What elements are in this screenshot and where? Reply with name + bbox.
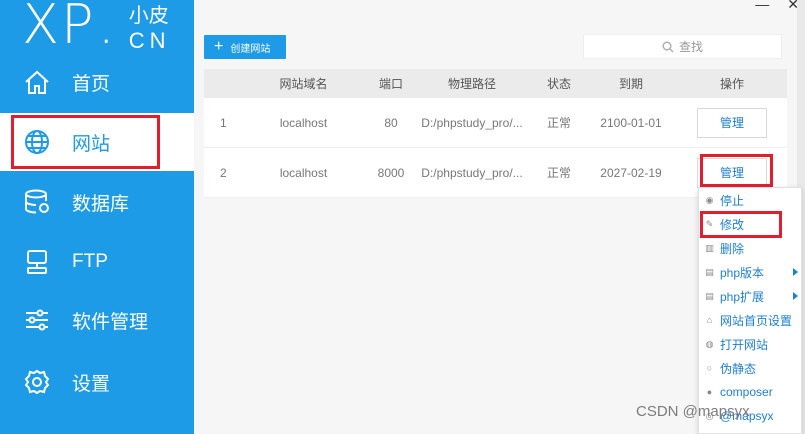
sidebar-item-label: 首页 bbox=[72, 73, 111, 95]
row-port: 8000 bbox=[377, 165, 405, 180]
sidebar-item-website[interactable]: 网站 bbox=[0, 113, 194, 171]
database-icon bbox=[22, 187, 52, 217]
manage-button[interactable]: 管理 bbox=[697, 107, 767, 138]
menu-item-label: 伪静态 bbox=[720, 361, 757, 376]
menu-item-rewrite[interactable]: ○ 伪静态 bbox=[699, 356, 801, 380]
logo-cn-stack: 小皮 CN bbox=[129, 6, 171, 52]
logo-dot: . bbox=[97, 0, 117, 56]
menu-item-stop[interactable]: ◉ 停止 bbox=[699, 188, 801, 212]
php-version-icon: ▤ bbox=[705, 266, 714, 277]
composer-icon: ● bbox=[706, 387, 713, 397]
sidebar-item-label: 设置 bbox=[72, 373, 111, 395]
menu-item-label: 停止 bbox=[720, 193, 745, 208]
sidebar-item-label: 网站 bbox=[72, 133, 111, 155]
search-input[interactable]: 查找 bbox=[583, 34, 782, 59]
manage-button[interactable]: 管理 bbox=[697, 157, 767, 188]
row-domain: localhost bbox=[279, 165, 328, 180]
sidebar-item-software[interactable]: 软件管理 bbox=[0, 291, 194, 349]
sidebar-item-label: 数据库 bbox=[72, 193, 130, 215]
menu-item-label: php版本 bbox=[720, 265, 765, 280]
row-domain: localhost bbox=[279, 115, 328, 130]
stop-icon: ◉ bbox=[705, 194, 714, 205]
row-status: 正常 bbox=[546, 116, 571, 130]
row-index: 1 bbox=[220, 115, 227, 130]
sidebar-item-label: FTP bbox=[72, 251, 108, 272]
ftp-server-icon bbox=[22, 247, 52, 277]
window-controls: — ✕ bbox=[755, 0, 799, 13]
sidebar-item-settings[interactable]: 设置 bbox=[0, 353, 194, 411]
app-logo: XP . 小皮 CN bbox=[22, 0, 171, 52]
header-expire: 到期 bbox=[618, 77, 643, 91]
plus-icon: + bbox=[214, 38, 224, 55]
table-row: 1 localhost 80 D:/phpstudy_pro/... 正常 21… bbox=[204, 98, 787, 148]
menu-item-label: 修改 bbox=[720, 217, 745, 232]
menu-item-homepage-settings[interactable]: ⌂ 网站首页设置 bbox=[699, 308, 801, 332]
header-op: 操作 bbox=[719, 77, 744, 91]
menu-item-label: 网站首页设置 bbox=[720, 313, 793, 328]
submenu-arrow-icon bbox=[793, 268, 798, 276]
logo-cn: CN bbox=[128, 28, 171, 53]
row-expire: 2100-01-01 bbox=[600, 115, 662, 130]
row-path: D:/phpstudy_pro/... bbox=[421, 115, 523, 130]
site-context-menu: ◉ 停止 ✎ 修改 ▥ 删除 ▤ php版本 ▤ php扩展 ⌂ 网站首页设置 … bbox=[698, 187, 802, 434]
gear-icon bbox=[22, 367, 52, 397]
menu-item-label: composer bbox=[720, 385, 773, 399]
edit-icon: ✎ bbox=[705, 218, 714, 229]
search-placeholder: 查找 bbox=[678, 40, 703, 54]
sidebar-item-database[interactable]: 数据库 bbox=[0, 173, 194, 231]
header-domain: 网站域名 bbox=[279, 77, 328, 91]
menu-item-label: 打开网站 bbox=[720, 337, 769, 352]
sidebar: XP . 小皮 CN 首页 网站 数据库 FTP 软件管理 设置 bbox=[0, 0, 194, 434]
create-site-label: 创建网站 bbox=[230, 43, 271, 55]
sidebar-item-label: 软件管理 bbox=[72, 311, 149, 333]
row-index: 2 bbox=[220, 165, 227, 180]
csdn-watermark: CSDN @mapsyx bbox=[636, 403, 750, 420]
menu-item-open-site[interactable]: ◍ 打开网站 bbox=[699, 332, 801, 356]
sidebar-item-home[interactable]: 首页 bbox=[0, 53, 194, 111]
home-icon bbox=[22, 67, 52, 97]
menu-item-edit[interactable]: ✎ 修改 bbox=[699, 212, 801, 236]
create-site-button[interactable]: + 创建网站 bbox=[204, 35, 286, 59]
row-path: D:/phpstudy_pro/... bbox=[421, 165, 523, 180]
menu-item-php-extension[interactable]: ▤ php扩展 bbox=[699, 284, 801, 308]
menu-item-composer[interactable]: ● composer bbox=[699, 380, 801, 404]
globe-icon bbox=[22, 127, 52, 157]
header-status: 状态 bbox=[546, 77, 571, 91]
table-header: # 网站域名 端口 物理路径 状态 到期 操作 bbox=[204, 69, 787, 98]
row-status: 正常 bbox=[546, 166, 571, 180]
row-expire: 2027-02-19 bbox=[600, 165, 662, 180]
logo-brand: XP bbox=[22, 0, 96, 56]
submenu-arrow-icon bbox=[793, 292, 798, 300]
minimize-button[interactable]: — bbox=[755, 0, 769, 13]
php-extension-icon: ▤ bbox=[705, 290, 714, 301]
sliders-icon bbox=[22, 305, 52, 335]
homepage-icon: ⌂ bbox=[706, 315, 713, 325]
logo-cn-top: 小皮 bbox=[128, 5, 169, 27]
header-port: 端口 bbox=[378, 77, 403, 91]
menu-item-delete[interactable]: ▥ 删除 bbox=[699, 236, 801, 260]
sidebar-item-ftp[interactable]: FTP bbox=[0, 233, 194, 291]
rewrite-icon: ○ bbox=[706, 363, 713, 373]
menu-item-label: 删除 bbox=[720, 241, 745, 256]
trash-icon: ▥ bbox=[705, 242, 714, 253]
menu-item-label: php扩展 bbox=[720, 289, 765, 304]
menu-item-php-version[interactable]: ▤ php版本 bbox=[699, 260, 801, 284]
header-path: 物理路径 bbox=[447, 77, 496, 91]
row-port: 80 bbox=[384, 115, 398, 130]
search-icon bbox=[662, 41, 674, 52]
open-site-icon: ◍ bbox=[705, 338, 714, 349]
sites-table: # 网站域名 端口 物理路径 状态 到期 操作 1 localhost 80 D… bbox=[204, 69, 787, 198]
